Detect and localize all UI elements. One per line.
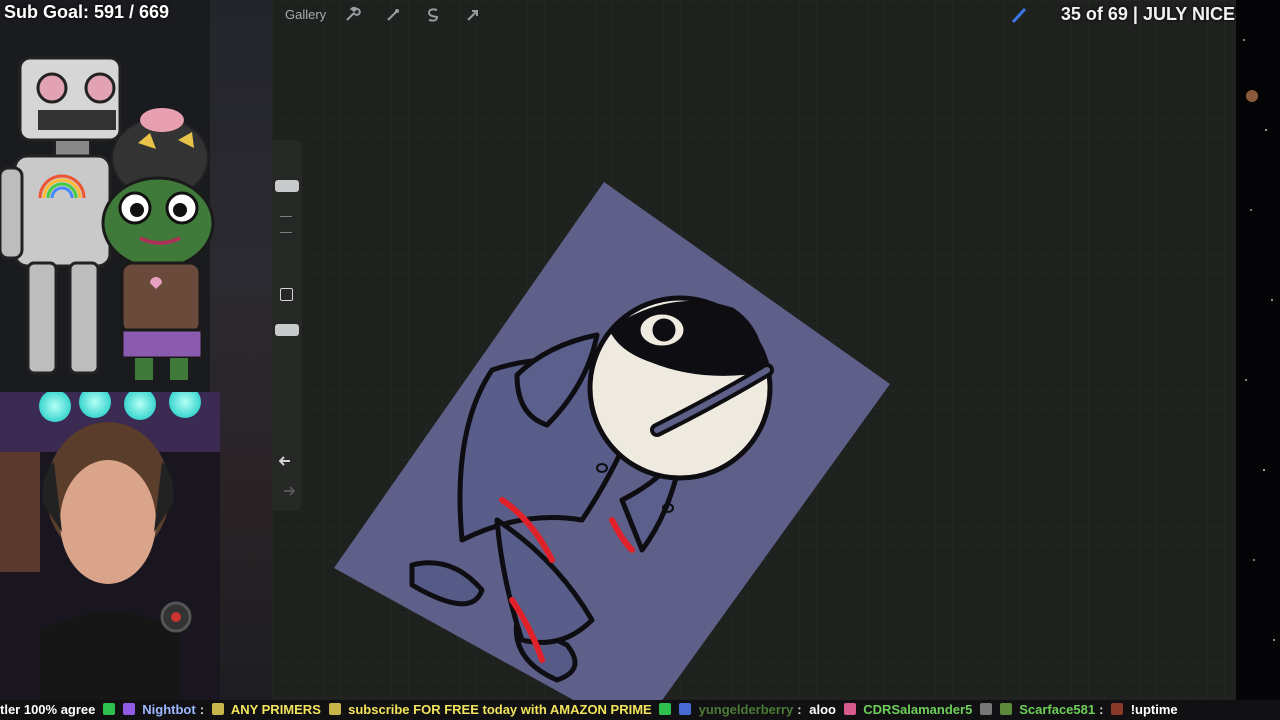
ticker-separator: :: [797, 702, 802, 717]
brush-icon[interactable]: [1010, 6, 1028, 24]
slider-tick: [280, 232, 292, 233]
ticker-username: Nightbot: [142, 702, 196, 717]
side-toolbar: [272, 140, 302, 510]
mod-badge-icon: [659, 703, 672, 715]
undo-icon[interactable]: [279, 454, 295, 468]
ticker-username: yungelderberry: [698, 702, 794, 717]
ticker-message: subscribe FOR FREE today with AMAZON PRI…: [348, 702, 652, 717]
ticker-username: Scarface581: [1019, 702, 1096, 717]
opacity-slider[interactable]: [275, 324, 299, 336]
ticker-message: aloo: [809, 702, 836, 717]
brush-size-slider[interactable]: [275, 180, 299, 192]
modify-button[interactable]: [280, 288, 293, 301]
transform-arrow-icon[interactable]: [464, 6, 482, 24]
sub-goal-text: Sub Goal: 591 / 669: [4, 2, 170, 22]
frog-mascot: [101, 108, 215, 380]
drawing-canvas[interactable]: [272, 0, 1236, 700]
ticker-username: CDRSalamander5: [863, 702, 973, 717]
amazon-prime-icon: [328, 703, 341, 715]
selection-icon[interactable]: [424, 6, 442, 24]
robot-mascot: [0, 56, 122, 375]
stream-overlay-left: Sub Goal: 591 / 669: [0, 0, 272, 700]
chat-ticker: tler 100% agree Nightbot: ANY PRIMERS su…: [0, 700, 1280, 720]
slider-tick: [280, 216, 292, 217]
bug-badge-icon: [979, 703, 992, 715]
mod-badge-icon: [103, 703, 116, 715]
frog-badge-icon: [999, 703, 1012, 715]
canvas-grid: [272, 0, 1236, 700]
ticker-message: tler 100% agree: [0, 702, 96, 717]
gift-badge-icon: [678, 703, 691, 715]
mascot-illustration: [0, 56, 215, 380]
heart-badge-icon: [843, 703, 856, 715]
webcam-feed: [0, 392, 220, 700]
ticker-separator: :: [199, 702, 205, 717]
verified-badge-icon: [122, 703, 135, 715]
amazon-prime-icon: [211, 703, 224, 715]
magic-wand-icon[interactable]: [384, 6, 402, 24]
starfield-background: [1236, 0, 1280, 700]
wrench-icon[interactable]: [343, 6, 361, 24]
ticker-message: !uptime: [1130, 702, 1178, 717]
gallery-button[interactable]: Gallery: [285, 7, 326, 22]
avatar-badge-icon: [1111, 703, 1124, 715]
redo-icon[interactable]: [279, 484, 295, 498]
ticker-message: ANY PRIMERS: [230, 702, 321, 717]
ticker-separator: :: [1099, 702, 1104, 717]
procreate-toolbar: Gallery 35 of 69 | JULY NICES: 4: [272, 0, 1268, 30]
